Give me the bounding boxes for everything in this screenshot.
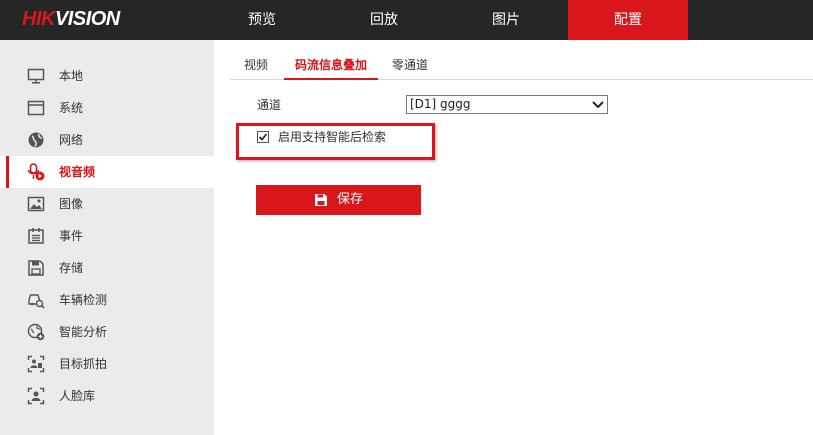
globe-icon xyxy=(28,132,44,148)
mic-video-icon xyxy=(27,163,45,181)
smart-retrieval-checkbox[interactable] xyxy=(257,131,269,143)
nav-tab-configuration[interactable]: 配置 xyxy=(568,0,688,40)
image-icon xyxy=(27,196,45,212)
target-capture-icon xyxy=(27,355,45,373)
calendar-icon xyxy=(28,228,44,244)
tab-video[interactable]: 视频 xyxy=(242,52,270,80)
sidebar-item-label: 智能分析 xyxy=(59,325,108,339)
sidebar-item-label: 网络 xyxy=(59,133,84,147)
sidebar-item-label: 存储 xyxy=(59,261,84,275)
sidebar-item-network[interactable]: 网络 xyxy=(0,124,214,156)
sidebar-item-label: 图像 xyxy=(59,197,84,211)
save-button-label: 保存 xyxy=(337,192,364,207)
sidebar-item-label: 目标抓拍 xyxy=(59,357,108,371)
sidebar-item-system[interactable]: 系统 xyxy=(0,92,214,124)
sidebar-item-smart-analysis[interactable]: 智能分析 xyxy=(0,316,214,348)
tab-stream-info-overlay[interactable]: 码流信息叠加 xyxy=(284,52,378,80)
channel-select-value: [D1] gggg xyxy=(410,97,471,111)
sidebar-item-vehicle-detection[interactable]: 车辆检测 xyxy=(0,284,214,316)
face-library-icon xyxy=(27,387,45,405)
channel-select[interactable]: [D1] gggg xyxy=(406,95,608,114)
sidebar-item-event[interactable]: 事件 xyxy=(0,220,214,252)
nav-tab-picture[interactable]: 图片 xyxy=(446,0,566,40)
sidebar-item-image[interactable]: 图像 xyxy=(0,188,214,220)
vehicle-search-icon xyxy=(28,294,45,309)
sidebar-item-label: 系统 xyxy=(59,101,84,115)
sidebar-item-local[interactable]: 本地 xyxy=(0,60,214,92)
tab-zero-channel[interactable]: 零通道 xyxy=(390,52,430,80)
sidebar: 本地 系统 网络 视音频 图像 事件 存储 车辆检测 智能分析 目标抓拍 人脸库 xyxy=(0,40,214,435)
sidebar-item-storage[interactable]: 存储 xyxy=(0,252,214,284)
sidebar-item-label: 人脸库 xyxy=(59,389,96,403)
active-indicator xyxy=(6,156,9,188)
sidebar-item-label: 车辆检测 xyxy=(59,293,108,307)
smart-analysis-icon xyxy=(27,323,45,341)
monitor-icon xyxy=(27,68,45,84)
sidebar-item-face-library[interactable]: 人脸库 xyxy=(0,380,214,412)
channel-label: 通道 xyxy=(257,98,282,112)
sidebar-item-label: 本地 xyxy=(59,69,84,83)
save-disk-icon xyxy=(315,194,327,206)
hikvision-logo: HIKVISION xyxy=(22,8,120,30)
nav-tab-preview[interactable]: 预览 xyxy=(202,0,322,40)
sidebar-item-label: 事件 xyxy=(59,229,84,243)
save-button[interactable]: 保存 xyxy=(256,185,421,215)
sidebar-item-label: 视音频 xyxy=(59,165,96,179)
sidebar-item-video-audio[interactable]: 视音频 xyxy=(0,156,214,188)
chevron-down-icon xyxy=(592,101,604,109)
sidebar-item-target-capture[interactable]: 目标抓拍 xyxy=(0,348,214,380)
top-navigation-bar: HIKVISION 预览 回放 图片 配置 xyxy=(0,0,813,40)
smart-retrieval-checkbox-label: 启用支持智能后检索 xyxy=(278,130,387,144)
save-disk-icon xyxy=(28,260,44,276)
checkmark-icon xyxy=(258,133,268,141)
sub-tab-bar: 视频 码流信息叠加 零通道 xyxy=(230,52,813,80)
nav-tab-playback[interactable]: 回放 xyxy=(324,0,444,40)
window-icon xyxy=(27,100,45,116)
